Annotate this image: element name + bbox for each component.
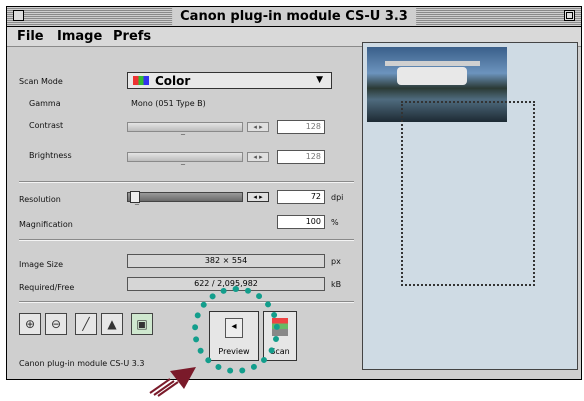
scan-mode-value: Color (155, 74, 191, 88)
close-box-icon[interactable] (13, 10, 24, 21)
tone-curve-icon[interactable]: ╱ (75, 313, 97, 335)
brightness-slider[interactable] (127, 152, 243, 162)
pointer-arrow-icon (149, 367, 196, 397)
color-swatch-icon (133, 76, 149, 85)
resolution-label: Resolution (19, 195, 61, 204)
magnification-field[interactable]: 100 (277, 215, 325, 229)
contrast-field[interactable]: 128 (277, 120, 325, 134)
menu-image[interactable]: Image (57, 27, 102, 46)
separator (19, 181, 354, 183)
resolution-slider-thumb[interactable] (130, 191, 140, 203)
auto-adjust-icon[interactable]: ▣ (131, 313, 153, 335)
window-title: Canon plug-in module CS-U 3.3 (172, 8, 416, 25)
brightness-label: Brightness (29, 151, 72, 160)
resolution-field[interactable]: 72 (277, 190, 325, 204)
brightness-center-tick: ‾ (181, 163, 185, 172)
scan-mode-select[interactable]: Color ▼ (127, 72, 332, 89)
brightness-arrows[interactable]: ◂ ▸ (247, 152, 269, 162)
zoom-box-icon[interactable] (564, 10, 575, 21)
magnification-label: Magnification (19, 220, 73, 229)
preview-area[interactable] (362, 42, 578, 370)
scan-mode-label: Scan Mode (19, 77, 63, 86)
gamma-label: Gamma (29, 99, 61, 108)
zoom-in-icon[interactable]: ⊕ (19, 313, 41, 335)
status-text: Canon plug-in module CS-U 3.3 (19, 359, 145, 368)
contrast-label: Contrast (29, 121, 64, 130)
zoom-out-icon[interactable]: ⊖ (45, 313, 67, 335)
image-size-readout: 382 × 554 (127, 254, 325, 268)
contrast-arrows[interactable]: ◂ ▸ (247, 122, 269, 132)
chevron-down-icon: ▼ (316, 75, 323, 85)
menu-file[interactable]: File (17, 27, 44, 46)
magnification-unit: % (331, 218, 339, 227)
separator (19, 301, 354, 303)
resolution-arrows[interactable]: ◂ ▸ (247, 192, 269, 202)
required-free-unit: kB (331, 280, 342, 289)
contrast-slider[interactable] (127, 122, 243, 132)
brightness-field[interactable]: 128 (277, 150, 325, 164)
required-free-label: Required/Free (19, 283, 75, 292)
histogram-icon[interactable]: ▲ (101, 313, 123, 335)
plugin-window: Canon plug-in module CS-U 3.3 File Image… (6, 6, 582, 380)
title-bar[interactable]: Canon plug-in module CS-U 3.3 (7, 7, 581, 27)
plane-wing-shape (385, 61, 480, 66)
resolution-tick: ‾ (135, 203, 139, 212)
plane-body-shape (397, 67, 467, 85)
separator (19, 239, 354, 241)
gamma-value: Mono (051 Type B) (131, 99, 206, 108)
menu-prefs[interactable]: Prefs (113, 27, 151, 46)
resolution-slider[interactable] (127, 191, 243, 203)
contrast-center-tick: ‾ (181, 133, 185, 142)
image-size-unit: px (331, 257, 341, 266)
crop-selection-marquee[interactable] (401, 101, 535, 286)
resolution-unit: dpi (331, 193, 344, 202)
image-size-label: Image Size (19, 260, 64, 269)
